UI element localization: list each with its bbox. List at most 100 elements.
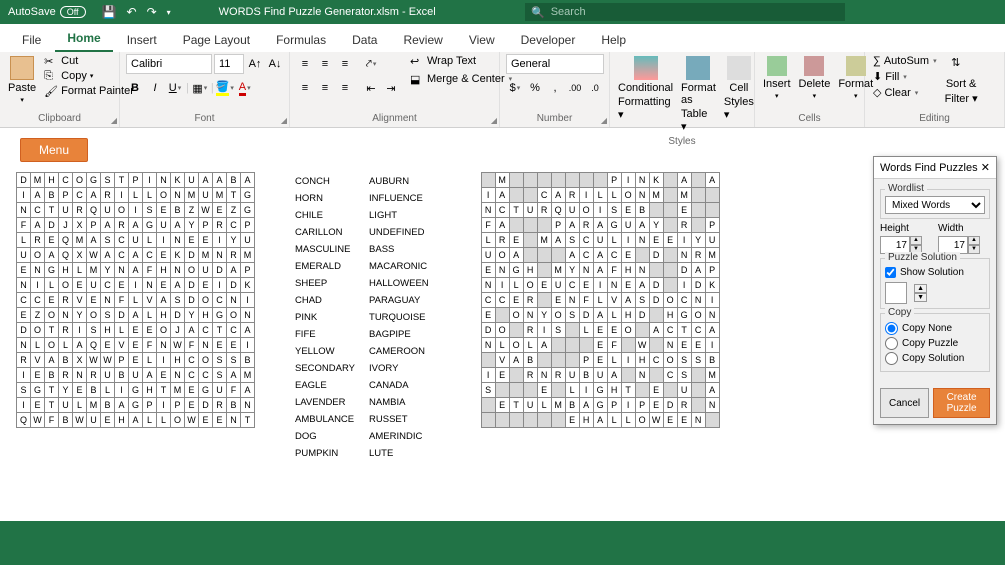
fill-color-button[interactable]: 🪣 <box>216 79 234 97</box>
comma-button[interactable]: , <box>546 79 564 97</box>
spin-up-icon[interactable]: ▲ <box>914 284 927 293</box>
decrease-decimal-icon[interactable]: .0 <box>586 79 604 97</box>
grid-cell: I <box>115 383 129 398</box>
wrap-text-button[interactable]: ↩Wrap Text <box>408 54 514 68</box>
show-solution-checkbox[interactable]: Show Solution <box>885 267 985 278</box>
align-center-icon[interactable]: ≡ <box>316 79 334 97</box>
copy-none-radio[interactable]: Copy None <box>885 322 985 335</box>
cancel-button[interactable]: Cancel <box>880 388 929 418</box>
dialog-launcher-icon[interactable]: ◢ <box>491 116 497 125</box>
decrease-indent-icon[interactable]: ⇤ <box>362 79 380 97</box>
merge-center-button[interactable]: ⬓Merge & Center <box>408 72 514 86</box>
font-name-select[interactable] <box>126 54 212 74</box>
grid-cell: T <box>157 383 171 398</box>
save-icon[interactable]: 💾 <box>102 5 117 19</box>
color-swatch[interactable] <box>885 282 907 304</box>
tab-page-layout[interactable]: Page Layout <box>171 28 262 52</box>
grid-cell: A <box>129 413 143 428</box>
worksheet[interactable]: Menu DMHCOGSTPINKUAABAIABPCARILLONMUMTGN… <box>0 128 1005 469</box>
search-box[interactable]: 🔍 Search <box>525 3 845 21</box>
menu-button[interactable]: Menu <box>20 138 88 162</box>
conditional-formatting-button[interactable]: ConditionalFormatting ▾ <box>616 54 675 123</box>
autosum-button[interactable]: ∑ AutoSum <box>871 54 939 68</box>
align-right-icon[interactable]: ≡ <box>336 79 354 97</box>
spin-down-icon[interactable]: ▼ <box>968 245 980 254</box>
increase-decimal-icon[interactable]: .00 <box>566 79 584 97</box>
grid-cell: H <box>621 308 635 323</box>
grid-cell <box>621 338 635 353</box>
align-middle-icon[interactable]: ≡ <box>316 55 334 73</box>
align-top-icon[interactable]: ≡ <box>296 55 314 73</box>
grid-cell: A <box>565 248 579 263</box>
grid-cell: E <box>199 413 213 428</box>
font-color-button[interactable]: A <box>236 79 254 97</box>
grid-cell: D <box>115 308 129 323</box>
grid-cell: O <box>509 338 523 353</box>
fill-button[interactable]: ⬇ Fill <box>871 69 939 84</box>
tab-file[interactable]: File <box>10 28 53 52</box>
spin-up-icon[interactable]: ▲ <box>910 236 922 245</box>
bold-button[interactable]: B <box>126 79 144 97</box>
tab-formulas[interactable]: Formulas <box>264 28 338 52</box>
spin-down-icon[interactable]: ▼ <box>914 293 927 302</box>
grid-cell: N <box>495 263 509 278</box>
close-icon[interactable]: ✕ <box>981 161 990 174</box>
grid-cell: I <box>143 173 157 188</box>
percent-button[interactable]: % <box>526 79 544 97</box>
dialog-launcher-icon[interactable]: ◢ <box>281 116 287 125</box>
grid-cell: T <box>509 398 523 413</box>
grid-cell: N <box>101 293 115 308</box>
grid-cell: C <box>73 188 87 203</box>
autosave-toggle[interactable]: AutoSave Off <box>0 6 94 18</box>
orientation-icon[interactable]: ⤤ <box>362 55 380 73</box>
align-left-icon[interactable]: ≡ <box>296 79 314 97</box>
redo-icon[interactable]: ↷ <box>147 5 157 19</box>
tab-view[interactable]: View <box>457 28 507 52</box>
grid-cell: H <box>663 308 677 323</box>
tab-help[interactable]: Help <box>589 28 638 52</box>
grid-cell <box>691 188 705 203</box>
italic-button[interactable]: I <box>146 79 164 97</box>
increase-indent-icon[interactable]: ⇥ <box>382 79 400 97</box>
font-size-select[interactable] <box>214 54 244 74</box>
spin-up-icon[interactable]: ▲ <box>968 236 980 245</box>
undo-icon[interactable]: ↶ <box>127 5 137 19</box>
number-format-select[interactable] <box>506 54 604 74</box>
delete-cells-button[interactable]: Delete▾ <box>797 54 833 102</box>
tab-home[interactable]: Home <box>55 26 112 52</box>
grid-cell: D <box>185 293 199 308</box>
clear-button[interactable]: ◇ Clear <box>871 85 939 100</box>
tab-data[interactable]: Data <box>340 28 389 52</box>
create-puzzle-button[interactable]: Create Puzzle <box>933 388 990 418</box>
increase-font-icon[interactable]: A↑ <box>246 55 264 73</box>
tab-developer[interactable]: Developer <box>509 28 588 52</box>
wordlist-select[interactable]: Mixed Words <box>885 196 985 214</box>
copy-solution-radio[interactable]: Copy Solution <box>885 352 985 365</box>
grid-cell: C <box>649 353 663 368</box>
grid-cell: U <box>551 278 565 293</box>
sort-filter-button[interactable]: ⇅Sort &Filter ▾ <box>943 54 980 107</box>
grid-cell: R <box>523 293 537 308</box>
dialog-launcher-icon[interactable]: ◢ <box>601 116 607 125</box>
copy-puzzle-radio[interactable]: Copy Puzzle <box>885 337 985 350</box>
borders-button[interactable]: ▦ <box>191 79 209 97</box>
currency-button[interactable]: $ <box>506 79 524 97</box>
quick-access-toolbar: 💾 ↶ ↷ ▾ <box>94 5 179 19</box>
grid-cell: C <box>481 293 495 308</box>
insert-cells-button[interactable]: Insert▾ <box>761 54 793 102</box>
grid-cell: I <box>17 188 31 203</box>
tab-insert[interactable]: Insert <box>115 28 169 52</box>
format-table-button[interactable]: Format asTable ▾ <box>679 54 718 135</box>
paste-button[interactable]: Paste ▾ <box>6 54 38 106</box>
underline-button[interactable]: U <box>166 79 184 97</box>
dialog-launcher-icon[interactable]: ◢ <box>111 116 117 125</box>
decrease-font-icon[interactable]: A↓ <box>266 55 284 73</box>
grid-cell: N <box>171 188 185 203</box>
grid-cell: A <box>241 323 255 338</box>
grid-cell: L <box>607 188 621 203</box>
align-bottom-icon[interactable]: ≡ <box>336 55 354 73</box>
cell-styles-button[interactable]: CellStyles ▾ <box>722 54 756 123</box>
qat-dropdown-icon[interactable]: ▾ <box>167 8 171 17</box>
grid-cell: H <box>621 263 635 278</box>
tab-review[interactable]: Review <box>391 28 454 52</box>
